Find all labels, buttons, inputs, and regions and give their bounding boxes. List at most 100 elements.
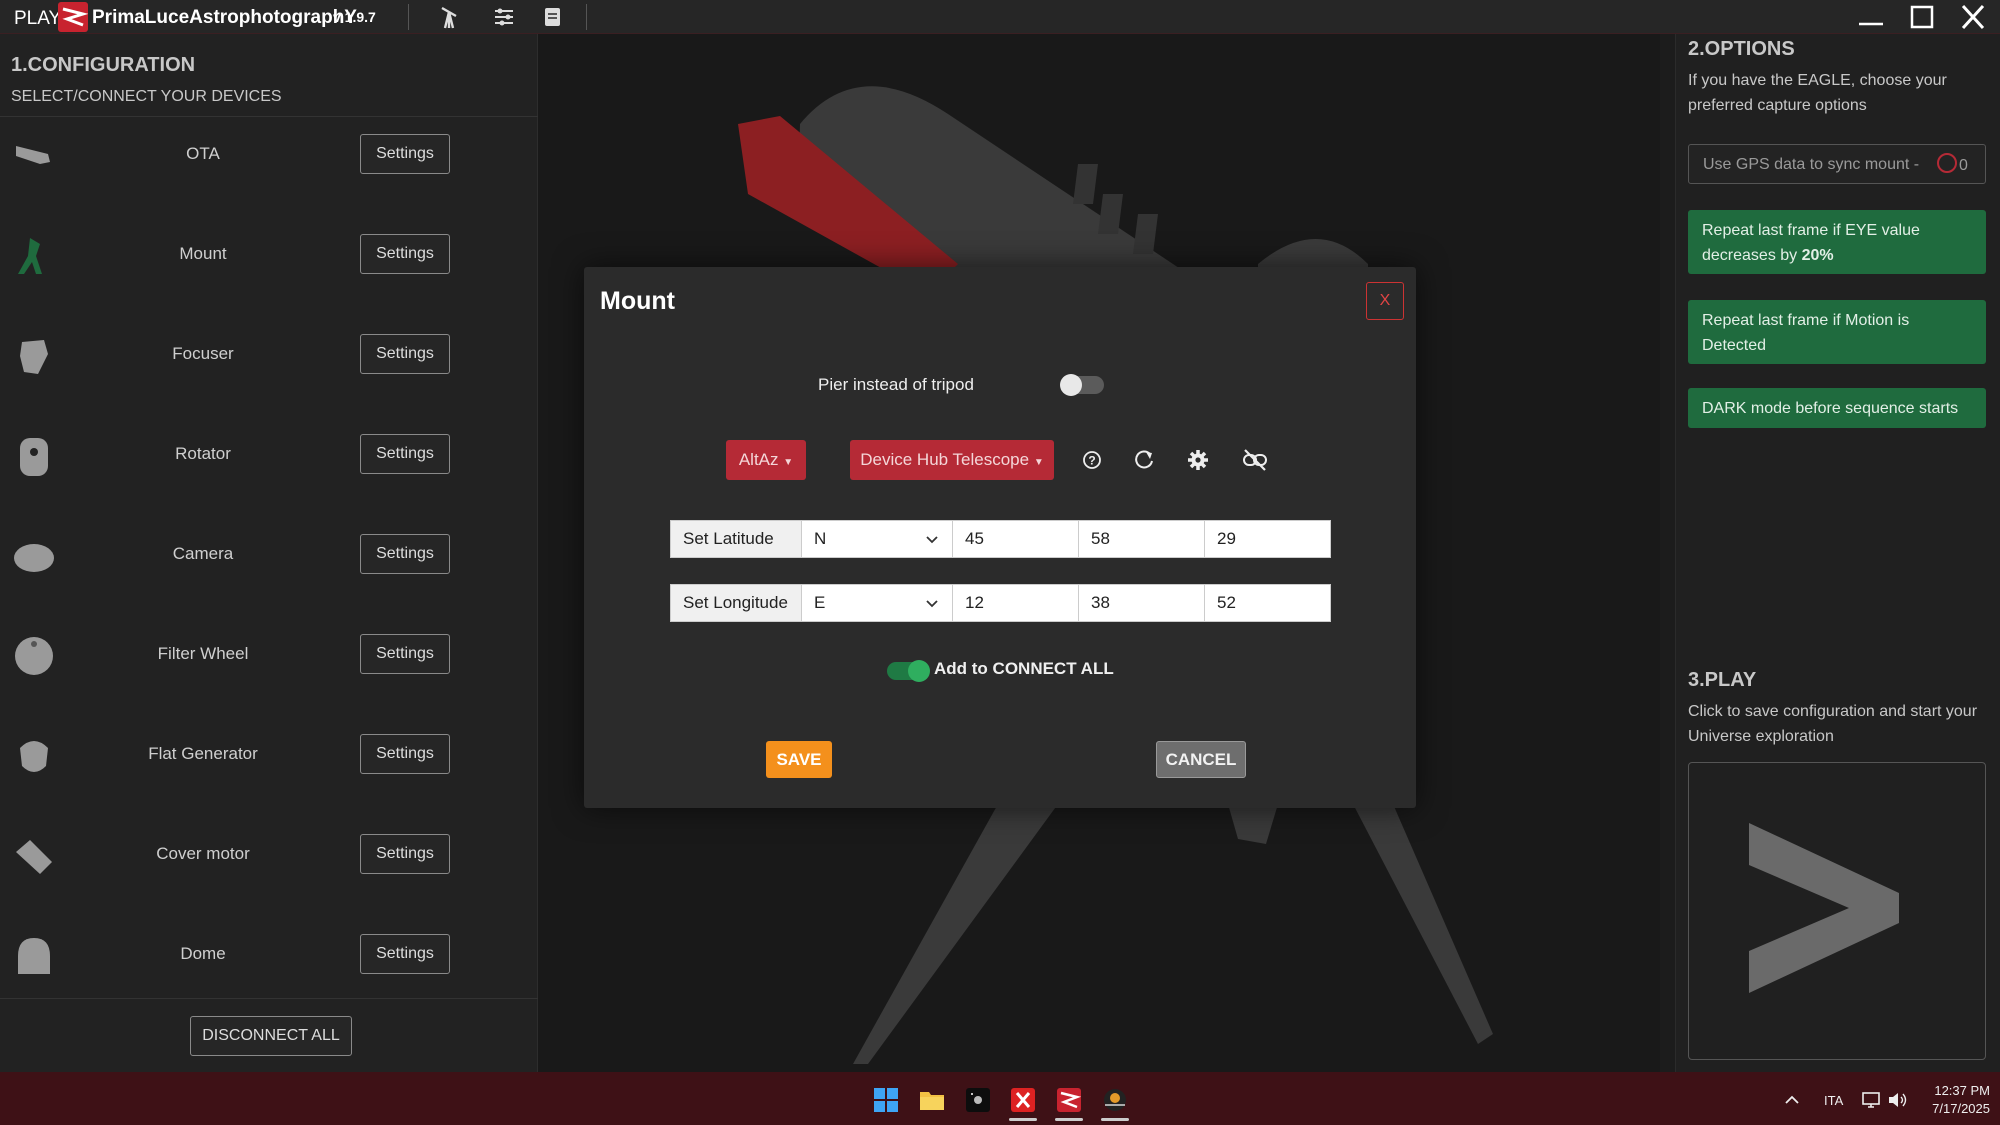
camera-settings-button[interactable]: Settings <box>360 534 450 574</box>
rotator-settings-button[interactable]: Settings <box>360 434 450 474</box>
camera-icon <box>14 544 54 572</box>
gear-icon[interactable] <box>1181 443 1215 477</box>
running-indicator <box>1009 1118 1037 1121</box>
device-row-camera: Camera Settings <box>0 504 538 604</box>
windows-start-icon[interactable] <box>872 1086 900 1114</box>
x-app-icon[interactable] <box>1009 1086 1037 1114</box>
latitude-hemisphere-value: N <box>814 529 827 548</box>
repeat-eye-option[interactable]: Repeat last frame if EYE value decreases… <box>1688 210 1986 274</box>
device-row-focuser: Focuser Settings <box>0 304 538 404</box>
app-play-label: PLAY <box>14 8 62 29</box>
longitude-seconds-input[interactable]: 52 <box>1204 584 1331 622</box>
network-icon[interactable] <box>1860 1089 1882 1111</box>
device-label: Rotator <box>175 444 231 463</box>
ota-settings-button[interactable]: Settings <box>360 134 450 174</box>
pier-toggle[interactable] <box>1060 374 1104 396</box>
close-dialog-button[interactable]: X <box>1366 282 1404 320</box>
help-icon[interactable]: ? <box>1075 443 1109 477</box>
mount-icon <box>18 238 42 274</box>
device-row-dome: Dome Settings <box>0 904 538 1004</box>
gps-sync-value: 0 <box>1959 157 1968 174</box>
repeat-motion-option[interactable]: Repeat last frame if Motion is Detected <box>1688 300 1986 364</box>
running-indicator <box>1055 1118 1083 1121</box>
latitude-degrees-input[interactable]: 45 <box>952 520 1079 558</box>
svg-text:?: ? <box>1088 454 1095 468</box>
sliders-icon[interactable] <box>490 4 518 30</box>
latitude-hemisphere-select[interactable]: N <box>801 520 953 558</box>
gps-off-icon <box>1937 153 1957 173</box>
mount-settings-button[interactable]: Settings <box>360 234 450 274</box>
gps-sync-label: Use GPS data to sync mount - <box>1703 156 1920 173</box>
file-explorer-icon[interactable] <box>918 1086 946 1114</box>
configuration-title: 1.CONFIGURATION <box>11 54 196 76</box>
driver-value: Device Hub Telescope <box>860 450 1030 469</box>
longitude-label: Set Longitude <box>670 584 802 622</box>
focuser-icon <box>20 340 48 374</box>
primaluce-logo-icon <box>58 2 88 32</box>
caret-down-icon: ▼ <box>783 457 794 468</box>
disconnect-link-icon[interactable] <box>1238 443 1272 477</box>
toggle-knob <box>1060 374 1082 396</box>
caret-down-icon: ▼ <box>1033 457 1044 468</box>
mount-mode-dropdown[interactable]: AltAz ▼ <box>726 440 806 480</box>
play-subtitle: Click to save configuration and start yo… <box>1688 703 1978 745</box>
planetarium-app-icon[interactable] <box>1101 1086 1129 1114</box>
cover-motor-settings-button[interactable]: Settings <box>360 834 450 874</box>
primaluce-app-icon[interactable] <box>1055 1086 1083 1114</box>
clock-date[interactable]: 7/17/2025 <box>1916 1101 1990 1116</box>
language-indicator[interactable]: ITA <box>1824 1093 1843 1108</box>
connect-all-toggle[interactable] <box>887 660 930 682</box>
device-label: Mount <box>179 244 227 263</box>
disconnect-all-button[interactable]: DISCONNECT ALL <box>190 1016 352 1056</box>
sky-app-icon[interactable] <box>964 1086 992 1114</box>
close-window-icon[interactable] <box>1948 0 1998 34</box>
dome-settings-button[interactable]: Settings <box>360 934 450 974</box>
longitude-minutes-input[interactable]: 38 <box>1078 584 1205 622</box>
flat-generator-icon <box>20 741 48 772</box>
driver-dropdown[interactable]: Device Hub Telescope ▼ <box>850 440 1054 480</box>
focuser-settings-button[interactable]: Settings <box>360 334 450 374</box>
connect-all-label: Add to CONNECT ALL <box>934 659 1114 678</box>
tray-chevron-up-icon[interactable] <box>1782 1090 1802 1110</box>
dialog-title: Mount <box>600 287 675 315</box>
device-label: OTA <box>186 144 220 163</box>
title-separator <box>586 4 587 30</box>
gps-sync-option[interactable]: Use GPS data to sync mount - 0 <box>1688 144 1986 184</box>
longitude-degrees-input[interactable]: 12 <box>952 584 1079 622</box>
notes-icon[interactable] <box>538 4 566 30</box>
app-title: PrimaLuceAstrophotographY <box>92 7 357 28</box>
divider <box>0 998 538 999</box>
save-button[interactable]: SAVE <box>766 741 832 778</box>
options-subtitle: If you have the EAGLE, choose your prefe… <box>1688 72 1947 114</box>
maximize-icon[interactable] <box>1897 0 1947 34</box>
title-bar: PLAY PrimaLuceAstrophotographY v 1.9.7 <box>0 0 2000 34</box>
cancel-button[interactable]: CANCEL <box>1156 741 1246 778</box>
chevron-down-icon <box>926 536 938 544</box>
refresh-icon[interactable] <box>1127 443 1161 477</box>
latitude-seconds-input[interactable]: 29 <box>1204 520 1331 558</box>
longitude-hemisphere-value: E <box>814 593 826 612</box>
minimize-icon[interactable] <box>1846 0 1896 34</box>
cover-motor-icon <box>16 840 52 874</box>
chevron-down-icon <box>926 600 938 608</box>
device-row-ota: OTA Settings <box>0 104 538 204</box>
latitude-minutes-input[interactable]: 58 <box>1078 520 1205 558</box>
play-chevron-icon <box>1749 823 1899 993</box>
device-label: Dome <box>180 944 226 963</box>
telescope-icon[interactable] <box>436 4 464 30</box>
longitude-hemisphere-select[interactable]: E <box>801 584 953 622</box>
device-row-rotator: Rotator Settings <box>0 404 538 504</box>
device-label: Focuser <box>172 344 234 363</box>
rotator-icon <box>20 438 48 476</box>
dark-mode-option[interactable]: DARK mode before sequence starts <box>1688 388 1986 428</box>
latitude-row: Set Latitude N 45 58 29 <box>670 520 1331 558</box>
play-button[interactable] <box>1688 762 1986 1060</box>
device-label: Cover motor <box>156 844 250 863</box>
volume-icon[interactable] <box>1886 1089 1908 1111</box>
filter-wheel-settings-button[interactable]: Settings <box>360 634 450 674</box>
device-label: Filter Wheel <box>157 644 249 663</box>
flat-generator-settings-button[interactable]: Settings <box>360 734 450 774</box>
ota-icon <box>16 146 50 164</box>
dome-icon <box>18 938 50 974</box>
clock-time[interactable]: 12:37 PM <box>1928 1083 1990 1098</box>
